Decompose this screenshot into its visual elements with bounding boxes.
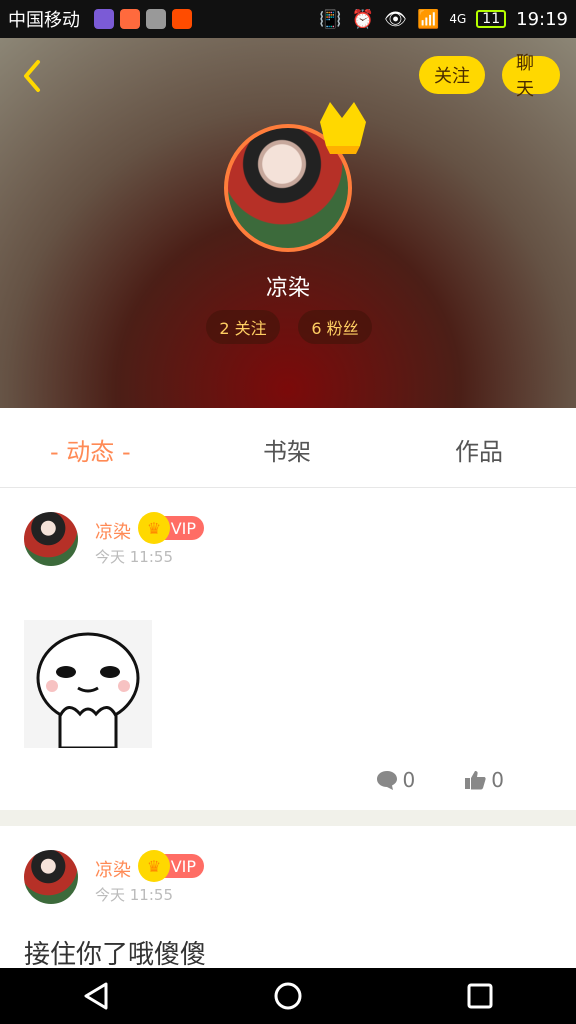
post-item: 凉染 ♛ VIP 今天 11:55 接住你了哦傻傻	[0, 826, 576, 970]
vip-label: VIP	[170, 856, 196, 876]
vip-badge: ♛ VIP	[138, 850, 204, 882]
post-time: 今天 11:55	[95, 886, 173, 904]
status-right: 📳 ⏰ 👁 📶 4G 11 19:19	[319, 9, 568, 30]
battery-icon: 11	[476, 10, 507, 28]
app-icon	[94, 9, 114, 29]
wifi-icon: 📶	[416, 8, 440, 30]
vip-label: VIP	[170, 518, 196, 538]
chevron-left-icon	[24, 60, 40, 92]
comment-button[interactable]: 0	[375, 768, 416, 792]
follow-button[interactable]: 关注	[419, 56, 485, 94]
vip-badge: ♛ VIP	[138, 512, 204, 544]
tab-activity-dash-right: -	[121, 438, 131, 466]
post-item: 凉染 ♛ VIP 今天 11:55 0 0	[0, 488, 576, 808]
avatar[interactable]	[24, 850, 78, 904]
profile-name: 凉染	[265, 276, 310, 301]
post-actions: 0 0	[375, 768, 504, 792]
carrier-info: 中国移动	[8, 6, 192, 32]
nav-back-button[interactable]	[78, 978, 114, 1014]
square-recents-icon	[467, 983, 493, 1009]
following-count[interactable]: 2 关注	[206, 310, 280, 344]
tab-works[interactable]: 作品	[455, 432, 503, 467]
thumbs-up-icon	[465, 771, 486, 790]
system-nav-bar	[0, 968, 576, 1024]
crown-icon	[320, 102, 366, 154]
post-username[interactable]: 凉染	[95, 518, 131, 544]
eye-icon: 👁	[384, 8, 407, 30]
triangle-back-icon	[84, 982, 108, 1010]
followers-count[interactable]: 6 粉丝	[298, 310, 372, 344]
clock: 19:19	[516, 8, 568, 30]
profile-avatar-wrap	[224, 102, 366, 252]
post-time: 今天 11:55	[95, 548, 173, 566]
alarm-icon: ⏰	[351, 8, 375, 30]
chat-button[interactable]: 聊天	[502, 53, 560, 100]
tab-bookshelf[interactable]: 书架	[263, 432, 311, 467]
post-separator	[0, 810, 576, 826]
tab-activity-label: 动态	[66, 438, 115, 466]
tab-activity-dash-left: -	[50, 438, 67, 466]
battery-level: 11	[482, 11, 501, 27]
crown-icon: ♛	[138, 512, 170, 544]
status-app-icons	[94, 9, 192, 29]
app-icon	[172, 9, 192, 29]
like-button[interactable]: 0	[463, 768, 504, 792]
post-username[interactable]: 凉染	[95, 856, 131, 882]
crown-icon: ♛	[138, 850, 170, 882]
avatar[interactable]	[24, 512, 78, 566]
circle-home-icon	[274, 982, 302, 1010]
post-content: 接住你了哦傻傻	[24, 940, 207, 970]
comment-icon	[376, 771, 397, 790]
status-bar: 中国移动 📳 ⏰ 👁 📶 4G 11 19:19	[0, 0, 576, 38]
profile-tabs: - 动态 - 书架 作品	[0, 408, 576, 488]
network-label: 4G	[449, 12, 467, 26]
tab-activity[interactable]: - 动态 -	[50, 432, 131, 467]
app-icon	[120, 9, 140, 29]
app-icon	[146, 9, 166, 29]
like-count: 0	[491, 768, 504, 792]
nav-recents-button[interactable]	[462, 978, 498, 1014]
profile-header: 关注 聊天 凉染 2 关注 6 粉丝	[0, 38, 576, 408]
comment-count: 0	[402, 768, 416, 792]
vibrate-icon: 📳	[319, 8, 342, 30]
sticker-image[interactable]	[24, 620, 152, 748]
back-button[interactable]	[16, 58, 52, 94]
carrier-name: 中国移动	[8, 10, 80, 31]
nav-home-button[interactable]	[270, 978, 306, 1014]
profile-stats: 2 关注 6 粉丝	[206, 310, 372, 344]
